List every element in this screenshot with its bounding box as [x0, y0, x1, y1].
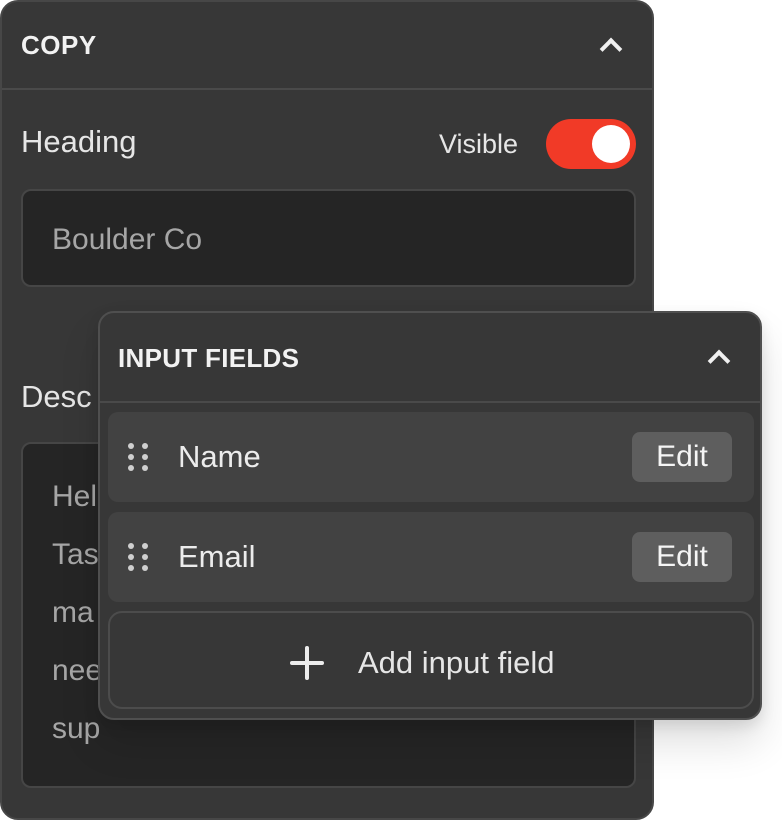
visible-toggle[interactable] — [546, 119, 636, 169]
heading-input-value: Boulder Co — [52, 223, 203, 256]
field-row-email: Email Edit — [108, 512, 754, 602]
input-fields-title: INPUT FIELDS — [118, 343, 300, 373]
heading-label: Heading — [21, 124, 137, 159]
drag-handle-icon[interactable] — [128, 543, 152, 571]
chevron-up-icon[interactable] — [599, 37, 623, 61]
field-row-name: Name Edit — [108, 412, 754, 502]
edit-email-button[interactable]: Edit — [632, 532, 732, 582]
input-fields-header[interactable]: INPUT FIELDS — [100, 313, 760, 403]
input-fields-panel: INPUT FIELDS Name Edit Email Edit Add in… — [98, 311, 762, 720]
add-input-field-label: Add input field — [358, 645, 555, 680]
chevron-up-icon[interactable] — [707, 349, 731, 373]
field-label: Name — [178, 439, 261, 474]
visible-label: Visible — [439, 129, 519, 159]
add-input-field-button[interactable]: Add input field — [108, 611, 754, 709]
copy-panel-title: COPY — [21, 30, 97, 60]
drag-handle-icon[interactable] — [128, 443, 152, 471]
edit-name-button[interactable]: Edit — [632, 432, 732, 482]
plus-icon — [290, 646, 324, 680]
copy-panel-header[interactable]: COPY — [2, 2, 652, 90]
heading-input[interactable]: Boulder Co — [21, 189, 636, 287]
description-label: Desc — [21, 379, 92, 414]
field-label: Email — [178, 539, 256, 574]
toggle-knob — [592, 125, 630, 163]
